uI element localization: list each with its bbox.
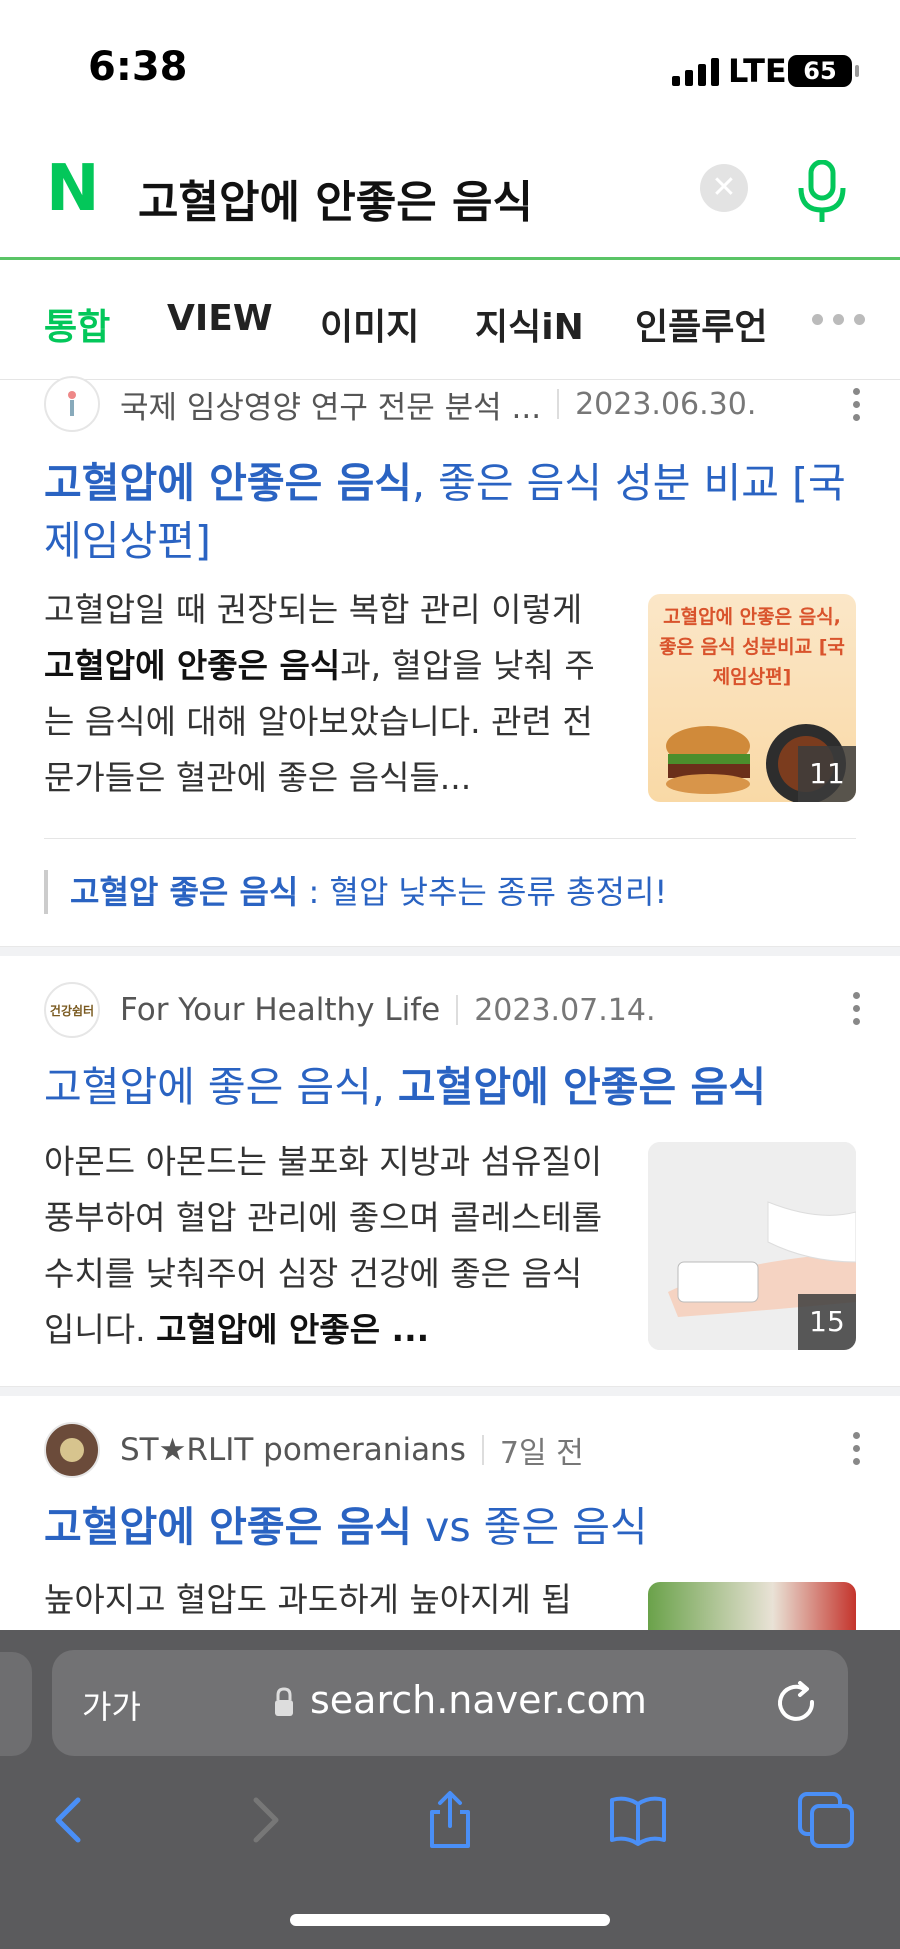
image-count-badge: 11 xyxy=(798,746,856,802)
result-description[interactable]: 아몬드 아몬드는 불포화 지방과 섬유질이 풍부하여 혈압 관리에 좋으며 콜레… xyxy=(44,1134,609,1358)
source-logo xyxy=(44,376,100,432)
result-thumbnail[interactable]: 15 xyxy=(648,1142,856,1350)
tab-view[interactable]: VIEW xyxy=(167,298,273,339)
related-link[interactable]: 고혈압 좋은 음식 : 혈압 낮추는 종류 총정리! xyxy=(44,870,856,914)
thumbnail-caption: 고혈압에 안좋은 음식, 좋은 음식 성분비교 [국제임상편] xyxy=(659,606,845,688)
url-text[interactable]: search.naver.com xyxy=(310,1678,647,1722)
back-icon[interactable] xyxy=(40,1790,100,1850)
result-source[interactable]: 건강쉼터 For Your Healthy Life 2023.07.14. xyxy=(44,982,656,1038)
more-tabs-icon[interactable] xyxy=(812,314,865,325)
search-tabs: 통합 VIEW 이미지 지식iN 인플루언 xyxy=(0,262,900,380)
result-title-link[interactable]: 고혈압에 안좋은 음식 vs 좋은 음식 xyxy=(44,1498,854,1556)
result-description[interactable]: 높아지고 혈압도 과도하게 높아지게 됩 xyxy=(44,1572,609,1630)
post-date: 7일 전 xyxy=(499,1436,584,1471)
source-logo xyxy=(44,1422,100,1478)
previous-tab-preview[interactable] xyxy=(0,1652,32,1756)
tab-images[interactable]: 이미지 xyxy=(320,298,419,350)
network-label: LTE xyxy=(728,52,787,90)
post-date: 2023.06.30. xyxy=(575,386,757,422)
result-source[interactable]: ST★RLIT pomeranians 7일 전 xyxy=(44,1422,584,1478)
source-name: 국제 임상영양 연구 전문 분석 ... xyxy=(120,389,542,426)
post-date: 2023.07.14. xyxy=(474,992,656,1028)
result-title-link[interactable]: 고혈압에 안좋은 음식, 좋은 음식 성분 비교 [국제임상편] xyxy=(44,454,854,570)
tab-knowledge-in[interactable]: 지식iN xyxy=(475,298,584,350)
tabs-icon[interactable] xyxy=(796,1790,856,1850)
result-title-link[interactable]: 고혈압에 좋은 음식, 고혈압에 안좋은 음식 xyxy=(44,1058,854,1116)
home-indicator xyxy=(290,1914,610,1926)
reload-icon[interactable] xyxy=(774,1680,820,1726)
source-logo: 건강쉼터 xyxy=(44,982,100,1038)
image-count-badge: 15 xyxy=(798,1294,856,1350)
more-options-icon[interactable] xyxy=(853,388,860,421)
source-name: For Your Healthy Life xyxy=(120,992,441,1028)
forward-icon[interactable] xyxy=(234,1790,294,1850)
search-header: N 고혈압에 안좋은 음식 ✕ xyxy=(0,120,900,260)
lock-icon xyxy=(275,1687,293,1716)
search-input[interactable]: 고혈압에 안좋은 음식 xyxy=(138,166,533,230)
status-bar: 6:38 LTE 65 xyxy=(0,0,900,120)
result-description[interactable]: 고혈압일 때 권장되는 복합 관리 이렇게 고혈압에 안좋은 음식과, 혈압을 … xyxy=(44,582,609,806)
clear-search-button[interactable]: ✕ xyxy=(700,164,748,212)
result-source[interactable]: 국제 임상영양 연구 전문 분석 ... 2023.06.30. xyxy=(44,376,756,432)
battery-icon: 65 xyxy=(788,55,859,87)
bookmarks-icon[interactable] xyxy=(608,1790,668,1850)
more-options-icon[interactable] xyxy=(853,1432,860,1465)
address-bar[interactable]: 가가 search.naver.com xyxy=(52,1650,848,1756)
tab-influencer[interactable]: 인플루언 xyxy=(635,298,767,350)
result-thumbnail[interactable] xyxy=(648,1582,856,1630)
signal-icon xyxy=(672,56,719,86)
more-options-icon[interactable] xyxy=(853,992,860,1025)
tab-integrated[interactable]: 통합 xyxy=(44,298,110,350)
text-size-button[interactable]: 가가 xyxy=(82,1682,141,1728)
microphone-icon[interactable] xyxy=(796,160,848,224)
close-icon: ✕ xyxy=(711,170,737,205)
status-time: 6:38 xyxy=(88,44,188,90)
naver-logo[interactable]: N xyxy=(46,157,104,221)
browser-toolbar: 가가 search.naver.com xyxy=(0,1630,900,1949)
share-icon[interactable] xyxy=(420,1790,480,1850)
source-name: ST★RLIT pomeranians xyxy=(120,1432,466,1468)
result-thumbnail[interactable]: 고혈압에 안좋은 음식, 좋은 음식 성분비교 [국제임상편] 11 xyxy=(648,594,856,802)
